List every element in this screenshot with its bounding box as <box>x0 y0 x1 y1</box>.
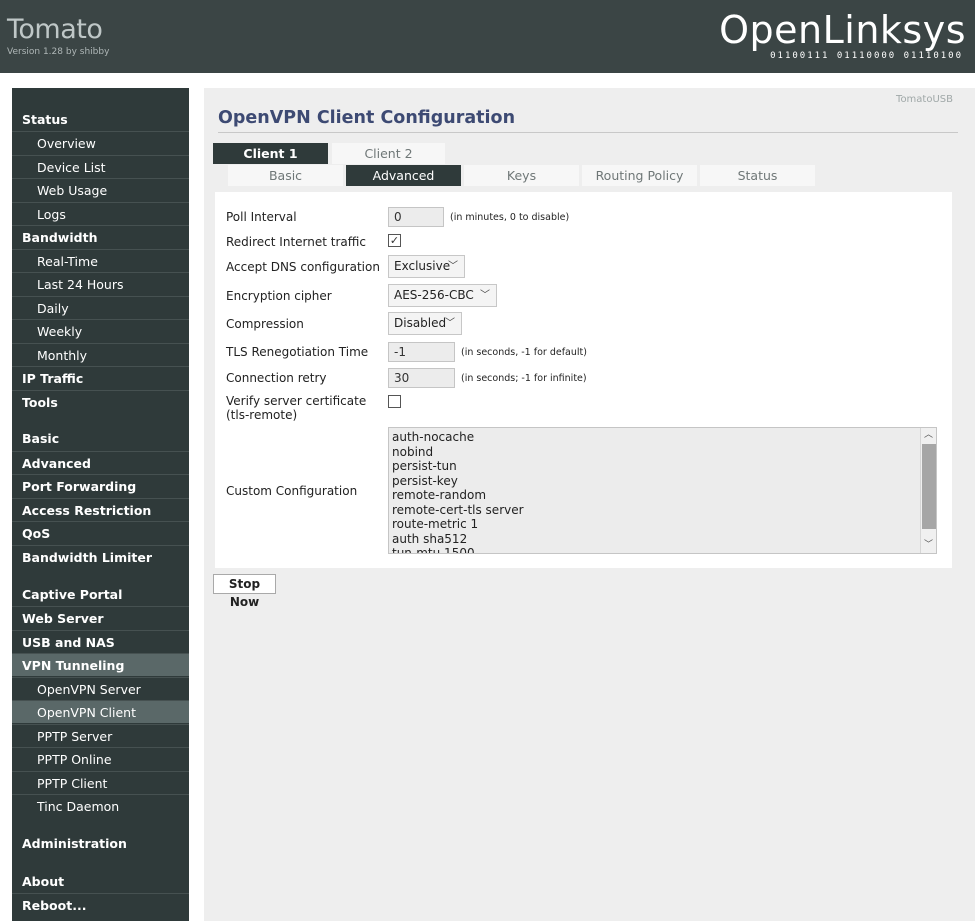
sidebar-item-device-list[interactable]: Device List <box>12 155 189 178</box>
sidebar-item-status[interactable]: Status <box>12 108 189 131</box>
app-version: Version 1.28 by shibby <box>7 47 110 57</box>
tab-advanced[interactable]: Advanced <box>346 165 461 186</box>
sidebar-item-access-restriction[interactable]: Access Restriction <box>12 498 189 521</box>
sidebar-item-about[interactable]: About <box>12 870 189 893</box>
compression-value: Disabled <box>394 316 447 330</box>
tls-reneg-label: TLS Renegotiation Time <box>226 345 369 359</box>
sidebar-item-usb-and-nas[interactable]: USB and NAS <box>12 630 189 653</box>
sidebar-item-captive-portal[interactable]: Captive Portal <box>12 583 189 606</box>
accept-dns-label: Accept DNS configuration <box>226 260 380 274</box>
poll-interval-label: Poll Interval <box>226 210 297 224</box>
title-divider <box>218 132 958 133</box>
accept-dns-value: Exclusive <box>394 259 451 273</box>
sidebar-item-basic[interactable]: Basic <box>12 427 189 450</box>
tab-basic[interactable]: Basic <box>228 165 343 186</box>
chevron-down-icon: ﹀ <box>445 318 455 329</box>
sidebar-item-port-forwarding[interactable]: Port Forwarding <box>12 474 189 497</box>
sidebar-item-advanced[interactable]: Advanced <box>12 451 189 474</box>
connection-retry-input[interactable]: 30 <box>388 368 455 388</box>
brand-logo: OpenLinksys <box>719 8 966 52</box>
cipher-label: Encryption cipher <box>226 289 332 303</box>
sidebar-item-reboot[interactable]: Reboot... <box>12 893 189 916</box>
custom-config-scrollbar[interactable]: ︿ ﹀ <box>920 428 936 553</box>
sidebar-item-overview[interactable]: Overview <box>12 131 189 154</box>
chevron-down-icon: ﹀ <box>480 290 490 301</box>
accept-dns-select[interactable]: Exclusive ﹀ <box>388 255 465 278</box>
sidebar-item-pptp-client[interactable]: PPTP Client <box>12 771 189 794</box>
sidebar-item-weekly[interactable]: Weekly <box>12 319 189 342</box>
header-bar: Tomato Version 1.28 by shibby OpenLinksy… <box>0 0 975 73</box>
custom-config-line: nobind <box>392 444 434 459</box>
app-title: Tomato <box>7 14 103 45</box>
chevron-down-icon: ﹀ <box>448 261 458 272</box>
custom-config-lines: auth-nocache nobind persist-tun persist-key… <box>392 430 524 554</box>
scroll-up-icon[interactable]: ︿ <box>921 428 936 442</box>
verify-cert-checkbox[interactable] <box>388 395 401 408</box>
sidebar-item-openvpn-server[interactable]: OpenVPN Server <box>12 677 189 700</box>
custom-config-label: Custom Configuration <box>226 484 358 498</box>
sidebar-item-ip-traffic[interactable]: IP Traffic <box>12 366 189 389</box>
custom-config-line: tun-mtu 1500 <box>392 546 475 554</box>
sidebar-item-bandwidth[interactable]: Bandwidth <box>12 225 189 248</box>
sidebar-item-logs[interactable]: Logs <box>12 202 189 225</box>
connection-retry-hint: (in seconds; -1 for infinite) <box>461 373 587 384</box>
connection-retry-label: Connection retry <box>226 371 327 385</box>
sidebar-item-bandwidth-limiter[interactable]: Bandwidth Limiter <box>12 545 189 568</box>
compression-select[interactable]: Disabled ﹀ <box>388 312 462 335</box>
page-title: OpenVPN Client Configuration <box>218 108 516 128</box>
custom-config-line: auth-nocache <box>392 430 475 444</box>
custom-config-line: auth sha512 <box>392 531 468 546</box>
tls-reneg-hint: (in seconds, -1 for default) <box>461 347 587 358</box>
corner-label: TomatoUSB <box>896 94 953 105</box>
poll-interval-hint: (in minutes, 0 to disable) <box>450 212 570 223</box>
tls-reneg-input[interactable]: -1 <box>388 342 455 362</box>
stop-now-button[interactable]: Stop Now <box>213 574 276 609</box>
sidebar-item-openvpn-client[interactable]: OpenVPN Client <box>12 700 189 723</box>
cipher-value: AES-256-CBC <box>394 288 474 302</box>
custom-config-textarea[interactable]: auth-nocache nobind persist-tun persist-key… <box>388 427 937 554</box>
custom-config-line: remote-random <box>392 488 487 502</box>
sidebar-item-tinc-daemon[interactable]: Tinc Daemon <box>12 794 189 817</box>
custom-config-line: remote-cert-tls server <box>392 502 524 517</box>
sidebar-item-web-server[interactable]: Web Server <box>12 606 189 629</box>
poll-interval-input[interactable]: 0 <box>388 207 444 227</box>
compression-label: Compression <box>226 317 304 331</box>
brand-binary-tagline: 01100111 01110000 01110100 <box>770 51 963 61</box>
main-content: TomatoUSB OpenVPN Client Configuration C… <box>204 88 975 921</box>
scroll-down-icon[interactable]: ﹀ <box>921 538 936 552</box>
verify-cert-label: Verify server certificate <box>226 394 367 408</box>
sidebar-item-real-time[interactable]: Real-Time <box>12 249 189 272</box>
custom-config-line: persist-tun <box>392 459 457 473</box>
tab-routing-policy[interactable]: Routing Policy <box>582 165 697 186</box>
sidebar-item-daily[interactable]: Daily <box>12 296 189 319</box>
sidebar-nav: Status Overview Device List Web Usage Logs Ba… <box>12 88 189 921</box>
scrollbar-thumb[interactable] <box>922 444 936 529</box>
sidebar-item-qos[interactable]: QoS <box>12 521 189 544</box>
checkmark-icon: ✓ <box>389 234 400 247</box>
custom-config-line: persist-key <box>392 473 458 488</box>
redirect-internet-checkbox[interactable]: ✓ <box>388 234 401 247</box>
verify-cert-sublabel: (tls-remote) <box>226 408 298 422</box>
tab-status[interactable]: Status <box>700 165 815 186</box>
advanced-settings-panel: Poll Interval 0 (in minutes, 0 to disabl… <box>215 192 952 568</box>
tab-keys[interactable]: Keys <box>464 165 579 186</box>
cipher-select[interactable]: AES-256-CBC ﹀ <box>388 284 497 307</box>
tab-client-2[interactable]: Client 2 <box>332 143 445 164</box>
custom-config-line: route-metric 1 <box>392 517 479 531</box>
sidebar-item-pptp-server[interactable]: PPTP Server <box>12 724 189 747</box>
redirect-internet-label: Redirect Internet traffic <box>226 235 366 249</box>
sidebar-item-vpn-tunneling[interactable]: VPN Tunneling <box>12 653 189 676</box>
sidebar-item-administration[interactable]: Administration <box>12 832 189 855</box>
sidebar-item-pptp-online[interactable]: PPTP Online <box>12 747 189 770</box>
sidebar-item-tools[interactable]: Tools <box>12 390 189 413</box>
tab-client-1[interactable]: Client 1 <box>213 143 328 164</box>
sidebar-item-web-usage[interactable]: Web Usage <box>12 178 189 201</box>
sidebar-item-last-24-hours[interactable]: Last 24 Hours <box>12 272 189 295</box>
sidebar-item-monthly[interactable]: Monthly <box>12 343 189 366</box>
